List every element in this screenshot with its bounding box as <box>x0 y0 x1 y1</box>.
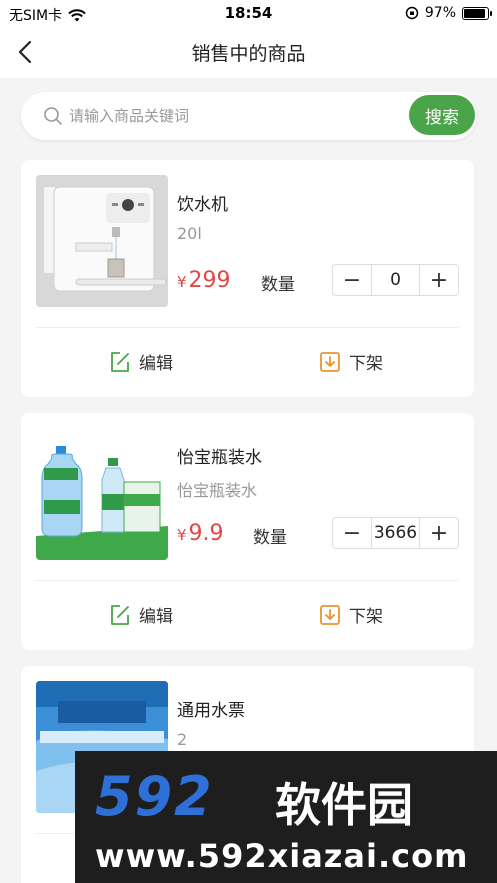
water-dispenser-illustration <box>36 175 168 307</box>
status-bar: 无SIM卡 18:54 97% <box>0 0 497 26</box>
product-spec: 怡宝瓶装水 <box>177 481 258 500</box>
bottled-water-illustration <box>36 428 168 560</box>
decrement-button[interactable]: − <box>333 518 371 548</box>
quantity-label: 数量 <box>261 275 295 295</box>
quantity-value[interactable]: 0 <box>371 265 420 295</box>
price-value: 299 <box>188 268 231 293</box>
edit-icon <box>111 351 129 372</box>
off-shelf-button[interactable]: 下架 <box>319 602 383 627</box>
watermark-logo: 592 <box>95 765 214 828</box>
product-card: 饮水机 20l ¥299 数量 − 0 + 编辑 下架 <box>21 160 474 397</box>
product-name: 怡宝瓶装水 <box>177 448 262 468</box>
divider <box>36 580 459 581</box>
product-price: ¥299 <box>177 268 231 293</box>
page-title: 销售中的商品 <box>191 43 306 65</box>
watermark-name: 软件园 <box>275 778 413 832</box>
search-input[interactable] <box>69 102 399 130</box>
product-image-bottled-water <box>36 428 168 560</box>
battery-icon <box>462 6 492 20</box>
battery-percent: 97% <box>424 5 456 21</box>
quantity-stepper: − 3666 + <box>332 517 459 549</box>
edit-icon <box>111 604 129 625</box>
decrement-button[interactable]: − <box>333 265 371 295</box>
currency-symbol: ¥ <box>177 526 187 544</box>
search-button[interactable]: 搜索 <box>409 95 475 135</box>
search-icon <box>44 107 62 125</box>
off-shelf-label: 下架 <box>349 607 383 627</box>
search-bar: 搜索 <box>21 92 477 140</box>
product-name: 通用水票 <box>177 701 245 721</box>
product-image-water-dispenser <box>36 175 168 307</box>
product-name: 饮水机 <box>177 195 228 215</box>
off-shelf-icon <box>320 604 340 625</box>
quantity-value[interactable]: 3666 <box>371 518 420 548</box>
edit-label: 编辑 <box>139 354 173 374</box>
product-card: 怡宝瓶装水 怡宝瓶装水 ¥9.9 数量 − 3666 + 编辑 下架 <box>21 413 474 650</box>
product-price: ¥9.9 <box>177 521 224 546</box>
currency-symbol: ¥ <box>177 273 187 291</box>
orientation-lock-icon <box>405 6 419 20</box>
off-shelf-button[interactable]: 下架 <box>319 349 383 374</box>
increment-button[interactable]: + <box>420 518 458 548</box>
off-shelf-label: 下架 <box>349 354 383 374</box>
quantity-label: 数量 <box>253 528 287 548</box>
nav-bar: 销售中的商品 <box>0 26 497 78</box>
edit-button[interactable]: 编辑 <box>109 602 173 627</box>
product-spec: 2 <box>177 730 188 749</box>
battery-level <box>464 8 485 18</box>
watermark: 592 软件园 www.592xiazai.com <box>75 751 497 883</box>
quantity-stepper: − 0 + <box>332 264 459 296</box>
increment-button[interactable]: + <box>420 265 458 295</box>
divider <box>36 327 459 328</box>
price-value: 9.9 <box>188 521 224 546</box>
watermark-url: www.592xiazai.com <box>95 837 469 875</box>
edit-label: 编辑 <box>139 607 173 627</box>
product-spec: 20l <box>177 224 202 243</box>
off-shelf-icon <box>320 351 340 372</box>
edit-button[interactable]: 编辑 <box>109 349 173 374</box>
